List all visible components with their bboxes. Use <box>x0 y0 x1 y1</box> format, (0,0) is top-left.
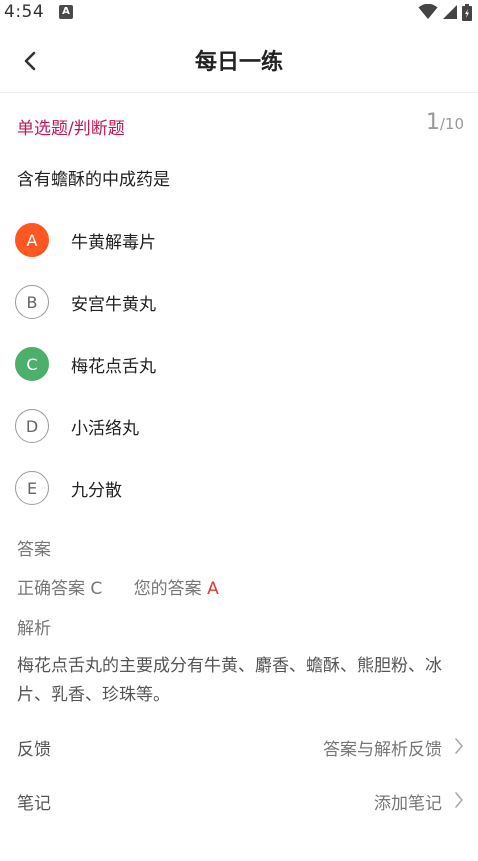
option-letter-badge: A <box>15 223 49 257</box>
wifi-icon <box>418 4 438 19</box>
chevron-right-icon <box>455 738 463 754</box>
notes-action: 添加笔记 <box>374 794 442 814</box>
answer-line: 正确答案 C 您的答案 A <box>17 574 219 599</box>
page-title: 每日一练 <box>194 50 283 75</box>
progress-total: /10 <box>439 115 464 133</box>
question-progress: 1/10 <box>426 110 464 135</box>
status-time: 4:54 <box>4 2 45 22</box>
option-letter-badge: B <box>15 285 49 319</box>
chevron-right-icon <box>455 792 463 808</box>
option-text: 安宫牛黄丸 <box>71 294 156 315</box>
option-text: 牛黄解毒片 <box>71 232 156 253</box>
status-icons <box>418 3 472 21</box>
correct-answer-value: C <box>90 579 103 599</box>
header: 每日一练 <box>0 26 478 93</box>
notes-label: 笔记 <box>17 794 51 814</box>
option-c[interactable]: C 梅花点舌丸 <box>15 346 455 382</box>
your-answer-value: A <box>207 579 219 599</box>
feedback-label: 反馈 <box>17 740 51 760</box>
question-text: 含有蟾酥的中成药是 <box>17 170 170 190</box>
answer-section-label: 答案 <box>17 540 51 560</box>
feedback-action: 答案与解析反馈 <box>323 740 442 760</box>
option-a[interactable]: A 牛黄解毒片 <box>15 222 455 258</box>
analysis-text: 梅花点舌丸的主要成分有牛黄、麝香、蟾酥、熊胆粉、冰片、乳香、珍珠等。 <box>17 656 442 705</box>
analysis-section-label: 解析 <box>17 619 51 639</box>
app-notification-icon: A <box>59 5 73 19</box>
signal-icon <box>443 5 457 19</box>
notes-row[interactable]: 笔记 添加笔记 <box>0 781 478 821</box>
option-d[interactable]: D 小活络丸 <box>15 408 455 444</box>
feedback-row[interactable]: 反馈 答案与解析反馈 <box>0 727 478 767</box>
option-letter-badge: E <box>15 471 49 505</box>
your-answer-label: 您的答案 <box>133 579 202 599</box>
option-b[interactable]: B 安宫牛黄丸 <box>15 284 455 320</box>
option-letter-badge: D <box>15 409 49 443</box>
question-type-label: 单选题/判断题 <box>17 119 125 139</box>
status-bar: 4:54 A <box>0 0 478 26</box>
option-letter-badge: C <box>15 347 49 381</box>
battery-icon <box>462 3 472 21</box>
option-text: 九分散 <box>71 480 122 501</box>
correct-answer-label: 正确答案 <box>17 579 85 599</box>
option-e[interactable]: E 九分散 <box>15 470 455 506</box>
progress-current: 1 <box>425 110 440 135</box>
option-text: 梅花点舌丸 <box>71 356 156 377</box>
option-text: 小活络丸 <box>71 418 139 439</box>
